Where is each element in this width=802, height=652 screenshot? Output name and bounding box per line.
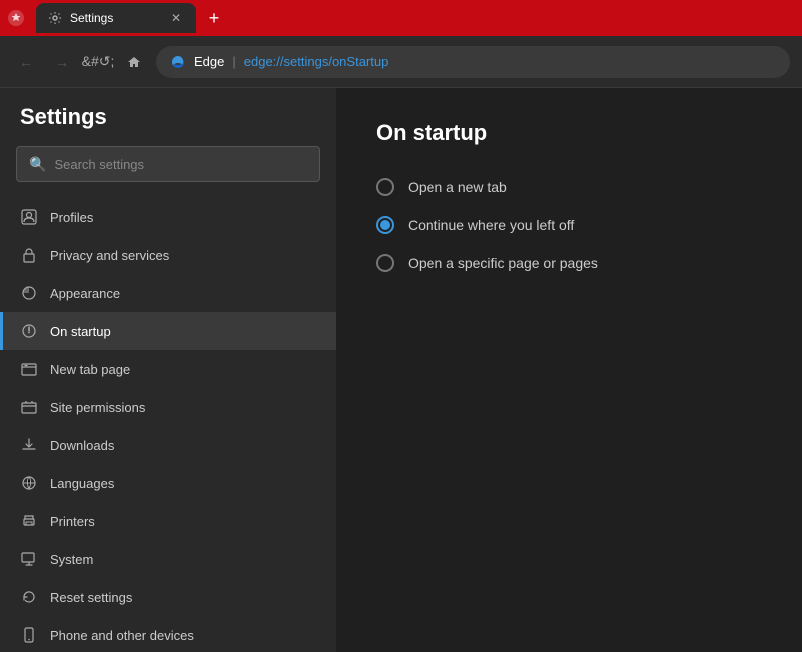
radio-continue[interactable] [376,216,394,234]
appearance-icon [20,284,38,302]
favorites-icon[interactable] [8,10,24,26]
sidebar-item-phone[interactable]: Phone and other devices [0,616,336,652]
settings-tab[interactable]: Settings ✕ [36,3,196,33]
reset-label: Reset settings [50,590,132,605]
url-separator: | [232,54,235,69]
sidebar-item-profiles[interactable]: Profiles [0,198,336,236]
content-area: On startup Open a new tab Continue where… [336,88,802,652]
edge-logo-icon [170,54,186,70]
sidebar-item-languages[interactable]: Languages [0,464,336,502]
site-permissions-label: Site permissions [50,400,145,415]
search-icon: 🔍 [29,156,46,173]
tab-close-button[interactable]: ✕ [168,10,184,26]
privacy-icon [20,246,38,264]
radio-new-tab[interactable] [376,178,394,196]
search-settings-input[interactable]: Search settings [54,157,144,172]
downloads-label: Downloads [50,438,114,453]
home-button[interactable] [120,48,148,76]
sidebar: Settings 🔍 Search settings Profiles Priv… [0,88,336,652]
sidebar-title: Settings [0,104,336,146]
on-startup-label: On startup [50,324,111,339]
tab-title: Settings [70,11,160,25]
downloads-icon [20,436,38,454]
refresh-button[interactable]: &#↺; [84,48,112,76]
search-settings-box[interactable]: 🔍 Search settings [16,146,320,182]
back-button[interactable]: ← [12,48,40,76]
printers-label: Printers [50,514,95,529]
profiles-label: Profiles [50,210,93,225]
appearance-label: Appearance [50,286,120,301]
sidebar-item-new-tab[interactable]: New tab page [0,350,336,388]
url-bar[interactable]: Edge | edge://settings/onStartup [156,46,790,78]
url-display: edge://settings/onStartup [244,54,389,69]
content-title: On startup [376,120,762,146]
sidebar-item-printers[interactable]: Printers [0,502,336,540]
forward-button[interactable]: → [48,48,76,76]
new-tab-icon [20,360,38,378]
main-layout: Settings 🔍 Search settings Profiles Priv… [0,88,802,652]
sidebar-item-on-startup[interactable]: On startup [0,312,336,350]
edge-brand-label: Edge [194,54,224,69]
option-continue-label: Continue where you left off [408,217,574,233]
languages-label: Languages [50,476,114,491]
option-new-tab[interactable]: Open a new tab [376,178,762,196]
sidebar-item-downloads[interactable]: Downloads [0,426,336,464]
url-suffix: /onStartup [328,54,388,69]
title-bar: Settings ✕ + [0,0,802,36]
printers-icon [20,512,38,530]
languages-icon [20,474,38,492]
radio-specific[interactable] [376,254,394,272]
reset-icon [20,588,38,606]
system-icon [20,550,38,568]
sidebar-item-site-permissions[interactable]: Site permissions [0,388,336,426]
system-label: System [50,552,93,567]
url-bold: settings [284,54,329,69]
startup-options: Open a new tab Continue where you left o… [376,178,762,272]
option-specific-label: Open a specific page or pages [408,255,598,271]
profiles-icon [20,208,38,226]
sidebar-item-reset[interactable]: Reset settings [0,578,336,616]
phone-label: Phone and other devices [50,628,194,643]
option-specific-page[interactable]: Open a specific page or pages [376,254,762,272]
on-startup-icon [20,322,38,340]
sidebar-item-appearance[interactable]: Appearance [0,274,336,312]
new-tab-label: New tab page [50,362,130,377]
radio-inner-dot [380,220,390,230]
site-permissions-icon [20,398,38,416]
settings-tab-icon [48,11,62,25]
url-prefix: edge:// [244,54,284,69]
option-new-tab-label: Open a new tab [408,179,507,195]
address-bar: ← → &#↺; Edge | edge://settings/onStartu… [0,36,802,88]
sidebar-item-privacy[interactable]: Privacy and services [0,236,336,274]
sidebar-item-system[interactable]: System [0,540,336,578]
phone-icon [20,626,38,644]
new-tab-button[interactable]: + [200,4,228,32]
privacy-label: Privacy and services [50,248,169,263]
option-continue[interactable]: Continue where you left off [376,216,762,234]
